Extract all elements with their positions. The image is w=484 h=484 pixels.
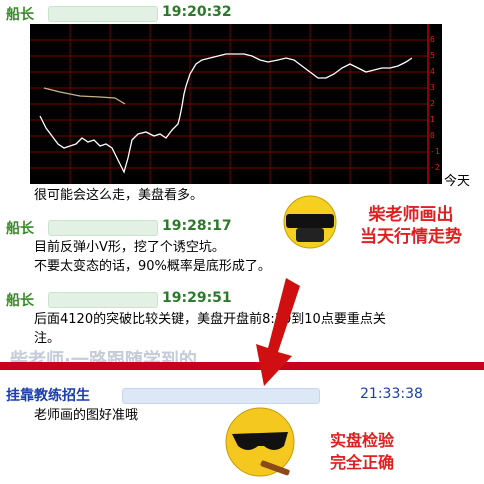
cool-cigar-emoji-icon <box>222 404 300 480</box>
axis-tick: 0 <box>430 131 435 140</box>
message-text: 目前反弹小V形，挖了个诱空坑。 <box>34 240 225 255</box>
axis-tick: 5 <box>430 51 435 60</box>
message-time: 19:20:32 <box>162 4 232 20</box>
message-sender: 船长 <box>6 7 34 23</box>
reply-sender: 挂靠教练招生 <box>6 388 90 404</box>
intraday-chart: 6 5 4 3 2 1 0 -1 -2 <box>30 24 442 184</box>
axis-tick: 4 <box>430 67 435 76</box>
down-arrow-icon <box>238 278 318 388</box>
caption-line: 实盘检验 <box>329 431 394 450</box>
chart-svg <box>30 24 429 184</box>
axis-tick: 2 <box>430 99 435 108</box>
blurred-id <box>48 292 158 308</box>
axis-tick: -1 <box>430 147 440 156</box>
caption-line: 完全正确 <box>329 453 394 472</box>
axis-tick: 3 <box>430 83 435 92</box>
chart-day-label: 今天 <box>444 174 471 189</box>
blurred-id <box>48 220 158 236</box>
caption-top: 柴老师画出 当天行情走势 <box>346 204 476 248</box>
sunglasses-emoji-icon <box>278 192 342 250</box>
blurred-id <box>48 6 158 22</box>
message-sender: 船长 <box>6 221 34 237</box>
message-time: 19:29:51 <box>162 290 232 306</box>
message-text: 后面4120的突破比较关键，美盘开盘前8:30到10点要重点关 <box>34 312 386 327</box>
caption-line: 当天行情走势 <box>360 227 462 247</box>
message-sender: 船长 <box>6 293 34 309</box>
axis-tick: -2 <box>430 163 440 172</box>
blurred-id <box>122 388 320 404</box>
message-text: 很可能会这么走，美盘看多。 <box>34 188 204 203</box>
message-time: 19:28:17 <box>162 218 232 234</box>
reply-time: 21:33:38 <box>360 386 423 402</box>
message-text: 不要太变态的话，90%概率是底形成了。 <box>34 259 271 274</box>
caption-bottom: 实盘检验 完全正确 <box>312 430 412 474</box>
axis-tick: 1 <box>430 115 435 124</box>
axis-tick: 6 <box>430 35 435 44</box>
prior-day-line <box>43 87 126 105</box>
chart-axis: 6 5 4 3 2 1 0 -1 -2 <box>430 32 442 176</box>
caption-line: 柴老师画出 <box>368 205 454 225</box>
reply-text: 老师画的图好准哦 <box>34 408 139 423</box>
